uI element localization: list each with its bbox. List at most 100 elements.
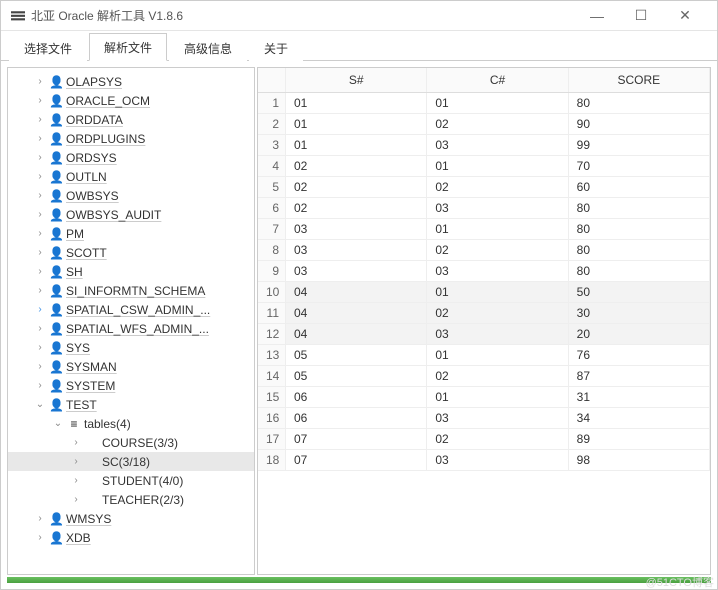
chevron-icon[interactable]: › [34,171,46,182]
cell[interactable]: 80 [569,198,710,219]
cell[interactable]: 03 [427,261,568,282]
cell[interactable]: 07 [286,450,427,471]
chevron-icon[interactable]: › [34,380,46,391]
cell[interactable]: 80 [569,93,710,114]
chevron-icon[interactable]: › [34,532,46,543]
chevron-icon[interactable]: › [34,247,46,258]
cell[interactable]: 87 [569,366,710,387]
tree-node[interactable]: ›👤OWBSYS [8,186,254,205]
tree-node[interactable]: ›COURSE(3/3) [8,433,254,452]
table-row[interactable]: 2010290 [258,114,710,135]
cell[interactable]: 01 [427,282,568,303]
tree-node[interactable]: ›SC(3/18) [8,452,254,471]
cell[interactable]: 02 [427,240,568,261]
cell[interactable]: 03 [286,219,427,240]
tree-node[interactable]: ›👤SH [8,262,254,281]
cell[interactable]: 60 [569,177,710,198]
table-row[interactable]: 16060334 [258,408,710,429]
tree-node[interactable]: ⌄≡tables(4) [8,414,254,433]
chevron-icon[interactable]: › [34,152,46,163]
cell[interactable]: 03 [427,450,568,471]
cell[interactable]: 05 [286,366,427,387]
tree-node[interactable]: ›👤OWBSYS_AUDIT [8,205,254,224]
cell[interactable]: 02 [427,366,568,387]
cell[interactable]: 02 [427,429,568,450]
tree-node[interactable]: ›👤SYS [8,338,254,357]
tree-node[interactable]: ›👤WMSYS [8,509,254,528]
cell[interactable]: 99 [569,135,710,156]
chevron-icon[interactable]: › [34,285,46,296]
tree-node[interactable]: ›👤ORDSYS [8,148,254,167]
tab-3[interactable]: 关于 [249,34,303,61]
cell[interactable]: 01 [427,156,568,177]
tree-node[interactable]: ›👤ORDDATA [8,110,254,129]
cell[interactable]: 06 [286,408,427,429]
cell[interactable]: 02 [427,177,568,198]
tab-0[interactable]: 选择文件 [9,34,87,61]
maximize-button[interactable]: ☐ [619,2,663,30]
cell[interactable]: 31 [569,387,710,408]
cell[interactable]: 01 [427,387,568,408]
chevron-icon[interactable]: › [34,513,46,524]
cell[interactable]: 89 [569,429,710,450]
cell[interactable]: 03 [286,261,427,282]
tree-node[interactable]: ›STUDENT(4/0) [8,471,254,490]
chevron-icon[interactable]: › [70,456,82,467]
cell[interactable]: 02 [427,114,568,135]
table-row[interactable]: 1010180 [258,93,710,114]
chevron-icon[interactable]: › [34,304,46,315]
cell[interactable]: 50 [569,282,710,303]
tree-node[interactable]: ›👤SPATIAL_CSW_ADMIN_... [8,300,254,319]
chevron-icon[interactable]: ⌄ [52,418,64,429]
cell[interactable]: 03 [427,135,568,156]
table-row[interactable]: 8030280 [258,240,710,261]
cell[interactable]: 98 [569,450,710,471]
chevron-icon[interactable]: › [34,95,46,106]
cell[interactable]: 80 [569,240,710,261]
cell[interactable]: 70 [569,156,710,177]
close-button[interactable]: ✕ [663,2,707,30]
cell[interactable]: 02 [286,156,427,177]
chevron-icon[interactable]: › [34,228,46,239]
cell[interactable]: 04 [286,303,427,324]
tree-node[interactable]: ›👤SI_INFORMTN_SCHEMA [8,281,254,300]
table-row[interactable]: 5020260 [258,177,710,198]
table-row[interactable]: 10040150 [258,282,710,303]
tree-node[interactable]: ›👤OUTLN [8,167,254,186]
column-header[interactable]: C# [427,68,568,92]
table-row[interactable]: 3010399 [258,135,710,156]
tree-node[interactable]: ›👤SYSMAN [8,357,254,376]
table-row[interactable]: 18070398 [258,450,710,471]
table-row[interactable]: 17070289 [258,429,710,450]
cell[interactable]: 01 [427,345,568,366]
cell[interactable]: 04 [286,282,427,303]
tab-1[interactable]: 解析文件 [89,33,167,61]
cell[interactable]: 01 [286,135,427,156]
table-row[interactable]: 14050287 [258,366,710,387]
cell[interactable]: 04 [286,324,427,345]
cell[interactable]: 03 [427,324,568,345]
chevron-icon[interactable]: › [70,494,82,505]
table-row[interactable]: 7030180 [258,219,710,240]
cell[interactable]: 01 [286,114,427,135]
chevron-icon[interactable]: › [34,114,46,125]
cell[interactable]: 90 [569,114,710,135]
tree-node[interactable]: ›👤SYSTEM [8,376,254,395]
column-header[interactable]: S# [286,68,427,92]
table-row[interactable]: 4020170 [258,156,710,177]
cell[interactable]: 80 [569,219,710,240]
chevron-icon[interactable]: › [34,209,46,220]
table-row[interactable]: 15060131 [258,387,710,408]
chevron-icon[interactable]: › [70,437,82,448]
chevron-icon[interactable]: › [34,190,46,201]
tree-node[interactable]: ⌄👤TEST [8,395,254,414]
cell[interactable]: 01 [427,219,568,240]
cell[interactable]: 02 [286,177,427,198]
cell[interactable]: 07 [286,429,427,450]
tree-node[interactable]: ›TEACHER(2/3) [8,490,254,509]
chevron-icon[interactable]: › [34,266,46,277]
cell[interactable]: 03 [427,198,568,219]
tree-node[interactable]: ›👤OLAPSYS [8,72,254,91]
table-row[interactable]: 9030380 [258,261,710,282]
chevron-icon[interactable]: › [34,361,46,372]
